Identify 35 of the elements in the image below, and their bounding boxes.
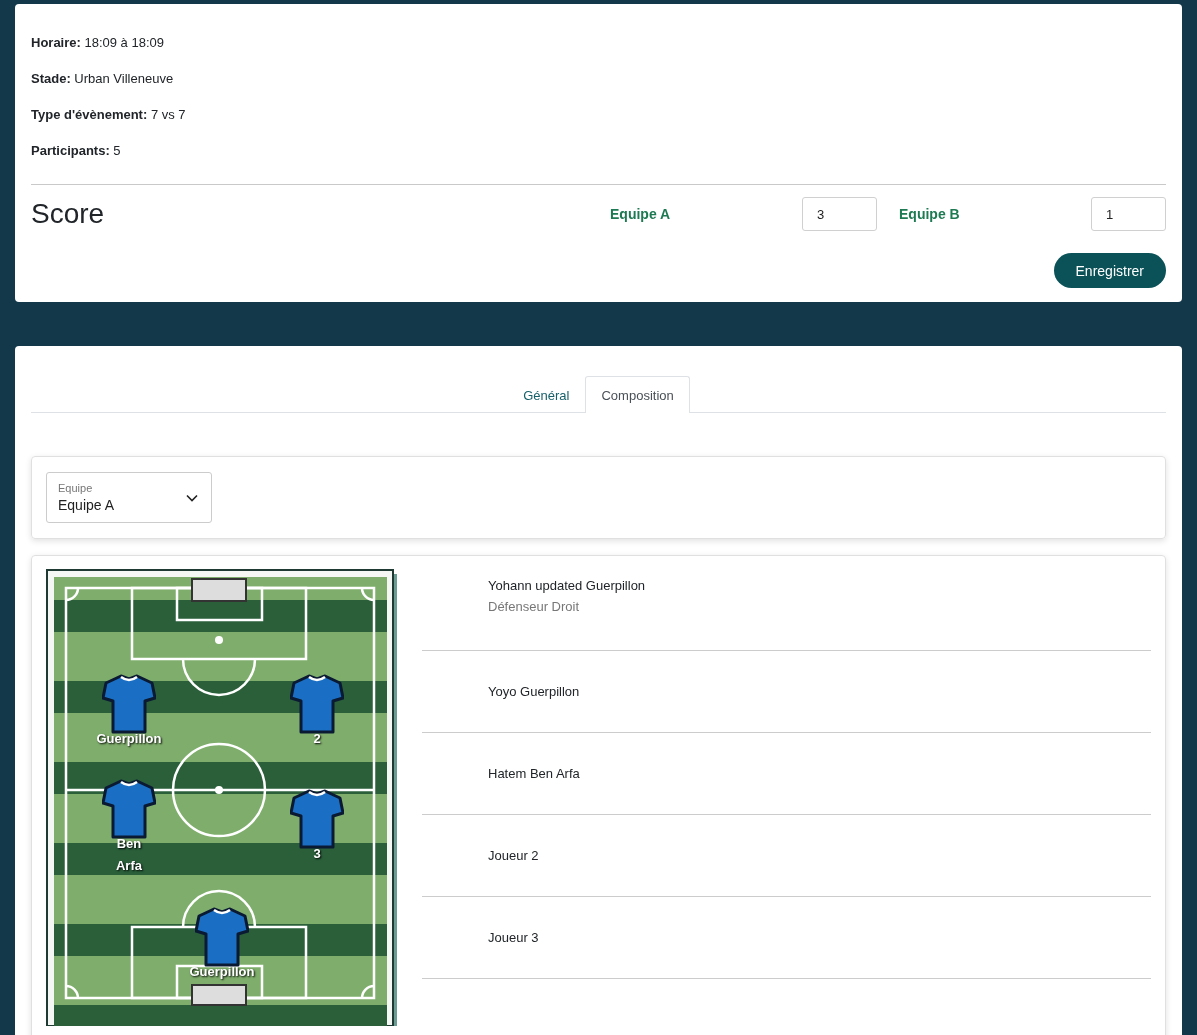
player-row[interactable]: Joueur 2 [422, 815, 1151, 897]
player-row[interactable]: Hatem Ben Arfa [422, 733, 1151, 815]
player-label: Guerpillon [188, 963, 256, 981]
player-label: 3 [312, 845, 322, 863]
player-position: Défenseur Droit [488, 599, 581, 614]
jersey-icon [290, 674, 344, 734]
tab[interactable]: Composition [585, 376, 690, 413]
tab[interactable]: Général [507, 376, 586, 413]
event-detail: Participants: 5 [31, 142, 122, 160]
jersey-icon [195, 907, 249, 967]
jersey-icon [102, 779, 156, 839]
team-label: Equipe B [898, 206, 961, 222]
score-input[interactable]: 3 [802, 197, 877, 231]
jersey-icon [102, 674, 156, 734]
team-label: Equipe A [610, 206, 672, 222]
player-label: Ben Arfa [115, 835, 143, 875]
player-name: Yoyo Guerpillon [488, 684, 581, 699]
save-button[interactable]: Enregistrer [1053, 253, 1166, 288]
event-detail: Horaire: 18:09 à 18:09 [31, 34, 165, 52]
player-name: Hatem Ben Arfa [488, 766, 581, 781]
player-row[interactable]: Joueur 3 [422, 897, 1151, 979]
chevron-down-icon [186, 494, 198, 502]
player-label: 2 [312, 730, 322, 748]
jersey-icon [290, 789, 344, 849]
team-select[interactable]: Equipe Equipe A [46, 472, 212, 523]
player-name: Yohann updated Guerpillon [488, 578, 647, 593]
player-label: Guerpillon [95, 730, 163, 748]
player-row[interactable]: Yoyo Guerpillon [422, 651, 1151, 733]
player-name: Joueur 2 [488, 848, 540, 863]
score-title: Score [31, 198, 106, 230]
player-row[interactable]: Yohann updated Guerpillon Défenseur Droit [422, 569, 1151, 651]
event-detail: Stade: Urban Villeneuve [31, 70, 175, 88]
event-detail: Type d'évènement: 7 vs 7 [31, 106, 187, 124]
player-name: Joueur 3 [488, 930, 540, 945]
score-input[interactable]: 1 [1091, 197, 1166, 231]
